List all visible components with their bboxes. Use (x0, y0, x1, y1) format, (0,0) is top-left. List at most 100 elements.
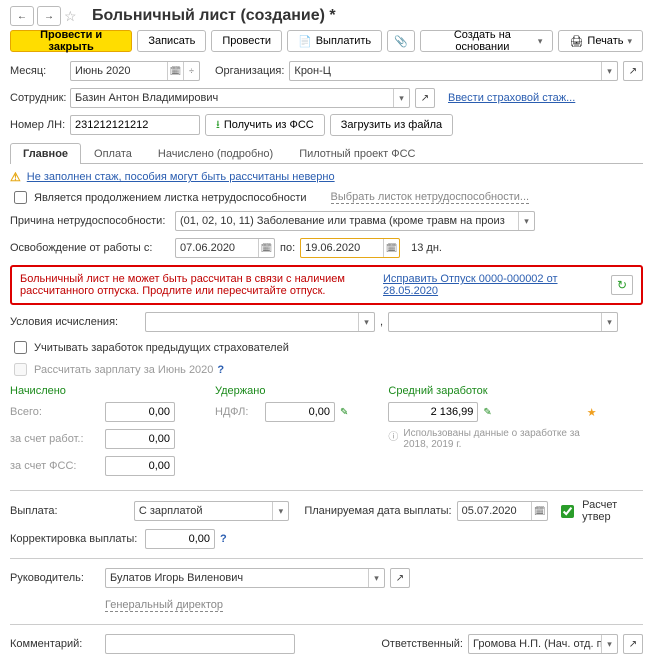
manager-select[interactable]: Булатов Игорь Виленович ▾ (105, 568, 385, 588)
info-icon: ⓘ (388, 428, 398, 443)
reason-value: (01, 02, 10, 11) Заболевание или травма … (176, 212, 518, 230)
reason-dropdown-icon[interactable]: ▾ (518, 212, 534, 230)
calendar-icon[interactable]: 🗓 (167, 62, 183, 80)
employee-label: Сотрудник: (10, 92, 65, 104)
submit-and-close-button[interactable]: Провести и закрыть (10, 30, 132, 52)
calc-approved-checkbox[interactable] (561, 505, 574, 518)
payment-type-dd-icon[interactable]: ▾ (272, 502, 288, 520)
conditions-select-1[interactable]: ▾ (145, 312, 375, 332)
ndfl-input[interactable] (265, 402, 335, 422)
get-from-fss-button[interactable]: ⭳ Получить из ФСС (205, 114, 325, 136)
date-to-value: 19.06.2020 (301, 239, 383, 257)
correction-help[interactable]: ? (220, 533, 227, 545)
pay-label: Выплатить (316, 35, 371, 47)
insurance-stage-link[interactable]: Ввести страховой стаж... (448, 92, 575, 104)
manager-label: Руководитель: (10, 572, 100, 584)
responsible-label: Ответственный: (381, 638, 463, 650)
employee-dropdown-icon[interactable]: ▾ (393, 89, 409, 107)
month-input-wrap[interactable]: Июнь 2020 🗓 ÷ (70, 61, 200, 81)
load-from-file-button[interactable]: Загрузить из файла (330, 114, 453, 136)
manager-dd-icon[interactable]: ▾ (368, 569, 384, 587)
page-title: Больничный лист (создание) * (92, 7, 336, 25)
employer-label: за счет работ.: (10, 433, 100, 445)
org-input-wrap[interactable]: Крон-Ц ▾ (289, 61, 618, 81)
continuation-label: Является продолжением листка нетрудоспос… (34, 192, 307, 204)
comment-input[interactable] (105, 634, 295, 654)
org-open-button[interactable]: ↗ (623, 61, 643, 81)
avg-header: Средний заработок (388, 385, 596, 397)
select-sick-leave-link[interactable]: Выбрать листок нетрудоспособности... (331, 191, 530, 204)
nav-forward-button[interactable]: → (37, 6, 61, 26)
org-value: Крон-Ц (290, 62, 601, 80)
stage-warning-link[interactable]: Не заполнен стаж, пособия могут быть рас… (27, 171, 335, 183)
prev-insurers-checkbox[interactable] (14, 341, 27, 354)
date-from-calendar-icon[interactable]: 🗓 (258, 239, 274, 257)
accrued-header: Начислено (10, 385, 175, 397)
error-panel: Больничный лист не может быть рассчитан … (10, 265, 643, 305)
print-button[interactable]: 🖨 Печать (558, 30, 643, 52)
ln-input[interactable] (70, 115, 200, 135)
cloud-icon: ⭳ (216, 116, 220, 135)
get-fss-label: Получить из ФСС (224, 119, 314, 131)
conditions-dd-2[interactable]: ▾ (601, 313, 617, 331)
month-label: Месяц: (10, 65, 65, 77)
payment-date-cal-icon[interactable]: 🗓 (531, 502, 547, 520)
payment-label: Выплата: (10, 505, 129, 517)
total-label: Всего: (10, 406, 100, 418)
avg-info-text: Использованы данные о заработке за 2018,… (403, 428, 583, 450)
date-from-value: 07.06.2020 (176, 239, 258, 257)
responsible-open-button[interactable]: ↗ (623, 634, 643, 654)
responsible-select[interactable]: Громова Н.П. (Нач. отд. п ▾ (468, 634, 618, 654)
attach-button[interactable]: 📎 (387, 30, 415, 52)
reason-select[interactable]: (01, 02, 10, 11) Заболевание или травма … (175, 211, 535, 231)
refresh-button[interactable]: ↻ (611, 275, 633, 295)
fss-label: за счет ФСС: (10, 460, 100, 472)
withheld-header: Удержано (215, 385, 348, 397)
conditions-select-2[interactable]: ▾ (388, 312, 618, 332)
avg-edit-icon[interactable]: ✎ (483, 407, 491, 418)
pay-button[interactable]: 📄 Выплатить (287, 30, 382, 52)
date-to-input[interactable]: 19.06.2020 🗓 (300, 238, 400, 258)
avg-input[interactable] (388, 402, 478, 422)
employer-input[interactable] (105, 429, 175, 449)
calc-salary-help[interactable]: ? (217, 364, 224, 376)
responsible-dd-icon[interactable]: ▾ (601, 635, 617, 653)
continuation-checkbox[interactable] (14, 191, 27, 204)
pay-icon: 📄 (298, 35, 312, 48)
ndfl-edit-icon[interactable]: ✎ (340, 407, 348, 418)
payment-date-input[interactable]: 05.07.2020 🗓 (457, 501, 549, 521)
save-button[interactable]: Записать (137, 30, 206, 52)
fix-vacation-link[interactable]: Исправить Отпуск 0000-000002 от 28.05.20… (383, 273, 603, 297)
correction-input[interactable] (145, 529, 215, 549)
calc-salary-checkbox (14, 363, 27, 376)
conditions-label: Условия исчисления: (10, 316, 140, 328)
total-input[interactable] (105, 402, 175, 422)
print-label: Печать (587, 35, 623, 47)
fss-input[interactable] (105, 456, 175, 476)
calc-salary-label: Рассчитать зарплату за Июнь 2020 (34, 364, 213, 376)
date-to-label: по: (280, 242, 295, 254)
submit-button[interactable]: Провести (211, 30, 282, 52)
date-from-input[interactable]: 07.06.2020 🗓 (175, 238, 275, 258)
nav-back-button[interactable]: ← (10, 6, 34, 26)
prev-insurers-label: Учитывать заработок предыдущих страховат… (34, 342, 289, 354)
calc-approved-label: Расчет утвер (582, 499, 643, 523)
employee-input-wrap[interactable]: Базин Антон Владимирович ▾ (70, 88, 410, 108)
favorite-button[interactable]: ☆ (64, 8, 82, 25)
month-value: Июнь 2020 (71, 62, 167, 80)
spinner-icon[interactable]: ÷ (183, 62, 199, 80)
manager-open-button[interactable]: ↗ (390, 568, 410, 588)
conditions-dd-1[interactable]: ▾ (358, 313, 374, 331)
employee-open-button[interactable]: ↗ (415, 88, 435, 108)
tab-payment[interactable]: Оплата (81, 143, 145, 164)
comment-label: Комментарий: (10, 638, 100, 650)
tab-main[interactable]: Главное (10, 143, 81, 164)
avg-star-icon[interactable]: ★ (587, 406, 597, 419)
org-dropdown-icon[interactable]: ▾ (601, 62, 617, 80)
payment-type-select[interactable]: С зарплатой ▾ (134, 501, 290, 521)
printer-icon: 🖨 (569, 35, 583, 48)
tab-pilot-fss[interactable]: Пилотный проект ФСС (286, 143, 428, 164)
tab-accrued-detail[interactable]: Начислено (подробно) (145, 143, 286, 164)
date-to-calendar-icon[interactable]: 🗓 (383, 239, 399, 257)
create-based-on-button[interactable]: Создать на основании (420, 30, 554, 52)
